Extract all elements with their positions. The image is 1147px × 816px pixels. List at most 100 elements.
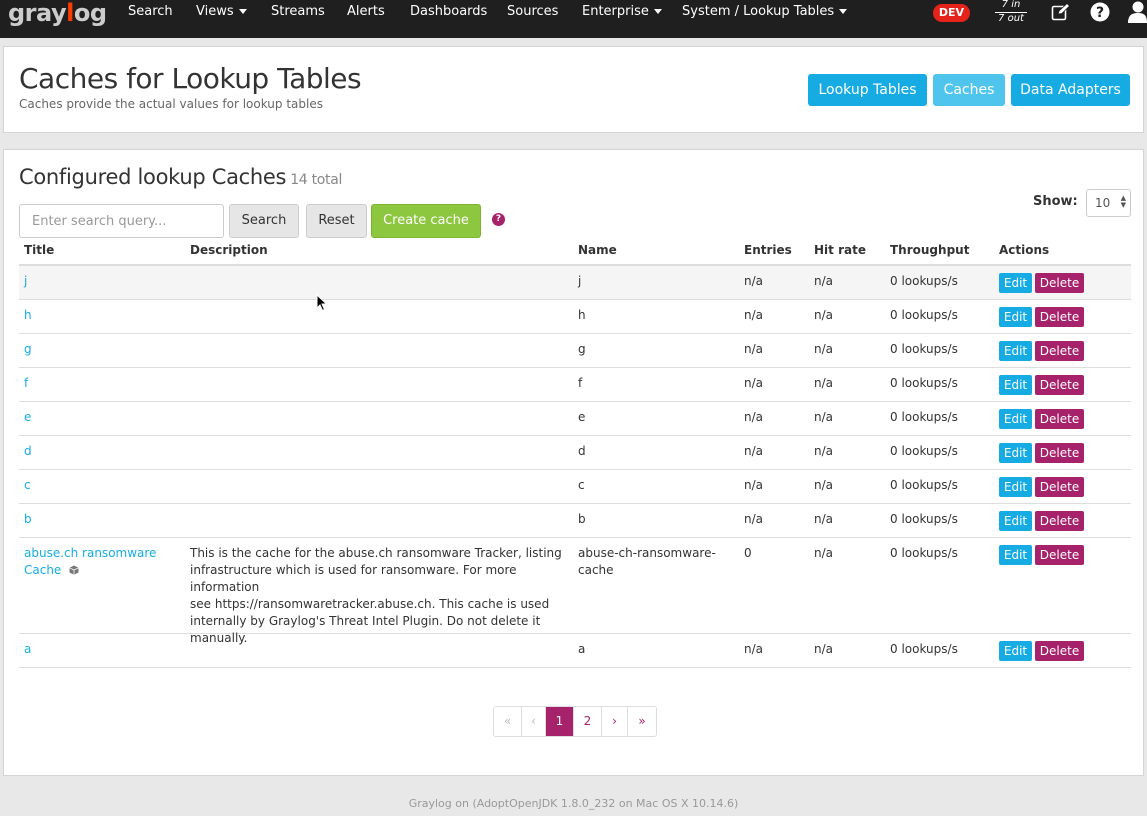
throughput-indicator[interactable]: 7 in 7 out bbox=[995, 0, 1027, 25]
cache-hit-rate: n/a bbox=[814, 274, 834, 288]
col-name[interactable]: Name bbox=[578, 243, 617, 257]
throughput-in: 7 in bbox=[995, 0, 1027, 13]
col-entries[interactable]: Entries bbox=[744, 243, 792, 257]
user-icon[interactable] bbox=[1128, 1, 1147, 26]
cache-entries: n/a bbox=[744, 410, 764, 424]
delete-button[interactable]: Delete bbox=[1035, 307, 1084, 327]
nav-alerts-label: Alerts bbox=[347, 4, 385, 19]
cache-entries: n/a bbox=[744, 376, 764, 390]
table-row: j j n/a n/a 0 lookups/s Edit Delete bbox=[19, 266, 1131, 300]
edit-button[interactable]: Edit bbox=[999, 443, 1032, 463]
col-hit-rate[interactable]: Hit rate bbox=[814, 243, 866, 257]
create-cache-button[interactable]: Create cache bbox=[371, 204, 481, 238]
cache-hit-rate: n/a bbox=[814, 308, 834, 322]
row-actions: Edit Delete bbox=[999, 273, 1084, 293]
delete-button[interactable]: Delete bbox=[1035, 341, 1084, 361]
edit-button[interactable]: Edit bbox=[999, 545, 1032, 565]
edit-button[interactable]: Edit bbox=[999, 641, 1032, 661]
cache-throughput: 0 lookups/s bbox=[890, 478, 958, 492]
cache-hit-rate: n/a bbox=[814, 642, 834, 656]
content-pack-cube-icon bbox=[69, 565, 79, 575]
nav-views-label: Views bbox=[196, 4, 234, 19]
row-actions: Edit Delete bbox=[999, 641, 1084, 661]
cache-throughput: 0 lookups/s bbox=[890, 342, 958, 356]
nav-dashboards-label: Dashboards bbox=[410, 4, 488, 19]
page-title: Caches for Lookup Tables bbox=[19, 62, 362, 95]
cache-hit-rate: n/a bbox=[814, 546, 834, 560]
cache-hit-rate: n/a bbox=[814, 342, 834, 356]
nav-streams-label: Streams bbox=[271, 4, 325, 19]
page-size-select[interactable]: 10 ▲ ▼ bbox=[1086, 189, 1131, 217]
cache-title-link[interactable]: e bbox=[24, 409, 31, 426]
cache-title-link[interactable]: g bbox=[24, 341, 32, 358]
delete-button[interactable]: Delete bbox=[1035, 477, 1084, 497]
col-description[interactable]: Description bbox=[190, 243, 268, 257]
col-throughput[interactable]: Throughput bbox=[890, 243, 969, 257]
data-adapters-button[interactable]: Data Adapters bbox=[1011, 74, 1130, 106]
nav-search[interactable]: Search bbox=[128, 4, 173, 20]
edit-button[interactable]: Edit bbox=[999, 477, 1032, 497]
footer: Graylog on (AdoptOpenJDK 1.8.0_232 on Ma… bbox=[408, 797, 739, 810]
reset-button[interactable]: Reset bbox=[306, 204, 367, 238]
row-actions: Edit Delete bbox=[999, 545, 1084, 565]
nav-enterprise[interactable]: Enterprise bbox=[582, 4, 662, 20]
nav-dashboards[interactable]: Dashboards bbox=[410, 4, 487, 20]
cache-hit-rate: n/a bbox=[814, 376, 834, 390]
brand-text-og: og bbox=[73, 0, 107, 27]
cache-title-link[interactable]: j bbox=[24, 273, 27, 290]
search-button[interactable]: Search bbox=[229, 204, 299, 238]
total-count: 14 total bbox=[290, 172, 343, 188]
nav-sources[interactable]: Sources bbox=[507, 4, 558, 20]
table-row: h h n/a n/a 0 lookups/s Edit Delete bbox=[19, 300, 1131, 334]
help-icon[interactable]: ? bbox=[1090, 2, 1110, 25]
cache-throughput: 0 lookups/s bbox=[890, 410, 958, 424]
page-2[interactable]: 2 bbox=[574, 707, 602, 736]
cache-entries: 0 bbox=[744, 546, 752, 560]
page-1[interactable]: 1 bbox=[546, 707, 574, 736]
nav-system[interactable]: System / Lookup Tables bbox=[682, 4, 848, 20]
page-next[interactable]: › bbox=[602, 707, 628, 736]
cache-name: h bbox=[578, 308, 586, 322]
edit-button[interactable]: Edit bbox=[999, 307, 1032, 327]
cache-title-link[interactable]: b bbox=[24, 511, 32, 528]
nav-alerts[interactable]: Alerts bbox=[347, 4, 385, 20]
delete-button[interactable]: Delete bbox=[1035, 511, 1084, 531]
cache-title-link[interactable]: d bbox=[24, 443, 32, 460]
delete-button[interactable]: Delete bbox=[1035, 409, 1084, 429]
edit-button[interactable]: Edit bbox=[999, 409, 1032, 429]
delete-button[interactable]: Delete bbox=[1035, 443, 1084, 463]
lookup-tables-button[interactable]: Lookup Tables bbox=[808, 74, 927, 106]
cache-title-link[interactable]: a bbox=[24, 641, 31, 658]
pagination: « ‹ 1 2 › » bbox=[493, 706, 657, 737]
edit-button[interactable]: Edit bbox=[999, 341, 1032, 361]
cache-description: This is the cache for the abuse.ch ranso… bbox=[190, 545, 575, 647]
page-first[interactable]: « bbox=[494, 707, 522, 736]
edit-button[interactable]: Edit bbox=[999, 375, 1032, 395]
top-navbar: graylog Search Views Streams Alerts Dash… bbox=[0, 0, 1147, 38]
edit-button[interactable]: Edit bbox=[999, 273, 1032, 293]
nav-search-label: Search bbox=[128, 4, 173, 19]
nav-views[interactable]: Views bbox=[196, 4, 247, 20]
cache-title-link[interactable]: c bbox=[24, 477, 31, 494]
cache-title-link[interactable]: f bbox=[24, 375, 28, 392]
cache-entries: n/a bbox=[744, 478, 764, 492]
cache-title-link-line2[interactable]: Cache bbox=[24, 563, 61, 577]
nav-streams[interactable]: Streams bbox=[271, 4, 325, 20]
graylog-logo[interactable]: graylog bbox=[8, 0, 107, 30]
delete-button[interactable]: Delete bbox=[1035, 545, 1084, 565]
cache-title-link[interactable]: abuse.ch ransomware bbox=[24, 546, 156, 560]
caches-button[interactable]: Caches bbox=[933, 74, 1005, 106]
select-arrows-icon: ▲ ▼ bbox=[1120, 194, 1126, 209]
edit-button[interactable]: Edit bbox=[999, 511, 1032, 531]
delete-button[interactable]: Delete bbox=[1035, 273, 1084, 293]
col-title[interactable]: Title bbox=[24, 243, 54, 257]
delete-button[interactable]: Delete bbox=[1035, 375, 1084, 395]
search-input[interactable] bbox=[19, 204, 224, 238]
cache-title-link[interactable]: h bbox=[24, 307, 32, 324]
page-last[interactable]: » bbox=[628, 707, 656, 736]
page-prev[interactable]: ‹ bbox=[522, 707, 546, 736]
brand-text-gray: gray bbox=[8, 0, 67, 27]
edit-icon[interactable] bbox=[1051, 2, 1071, 24]
delete-button[interactable]: Delete bbox=[1035, 641, 1084, 661]
question-icon[interactable]: ? bbox=[492, 213, 505, 226]
